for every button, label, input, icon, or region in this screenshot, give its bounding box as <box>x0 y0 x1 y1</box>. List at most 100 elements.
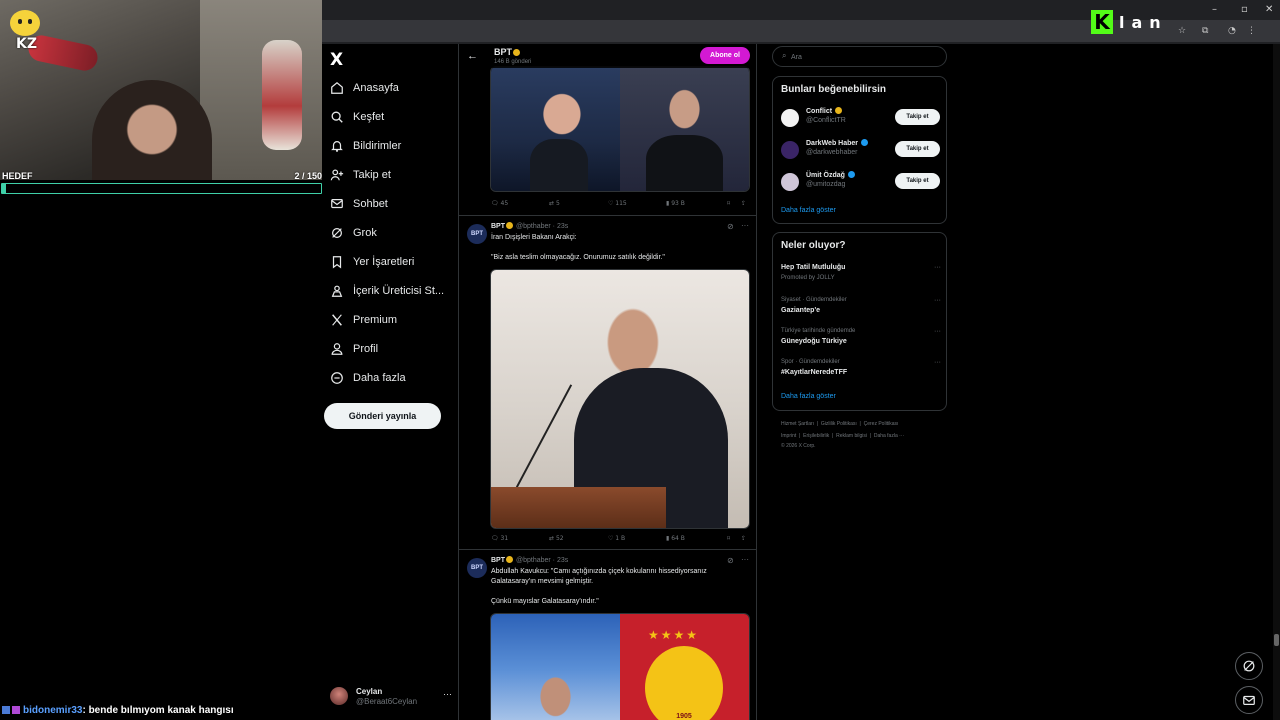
verified-badge-icon <box>506 556 513 563</box>
sidebar-item-bell[interactable]: Bildirimler <box>330 136 401 156</box>
profile-header: ← BPT 146 B gönderi Abone ol <box>459 44 756 68</box>
follow-button[interactable]: Takip et <box>895 109 940 125</box>
more-icon[interactable]: ··· <box>741 555 749 564</box>
close-icon[interactable]: ✕ <box>1265 4 1273 15</box>
webcam-background <box>200 0 322 180</box>
show-more-link[interactable]: Daha fazla göster <box>781 207 836 214</box>
x-logo-icon[interactable]: X <box>330 50 343 70</box>
sidebar-item-more[interactable]: Daha fazla <box>330 368 406 388</box>
follow-suggestion[interactable]: DarkWeb Haber @darkwebhaber Takip et <box>781 139 941 161</box>
sidebar-item-search[interactable]: Keşfet <box>330 107 384 127</box>
grok-icon[interactable]: ⊘ <box>727 556 734 565</box>
views-button[interactable]: ▮ 64 B <box>666 535 685 542</box>
reply-button[interactable]: 🗨 31 <box>491 535 508 542</box>
timeline: ← BPT 146 B gönderi Abone ol 🗨 45 ⇄ 5 ♡ … <box>458 44 757 720</box>
reply-button[interactable]: 🗨 45 <box>491 200 508 207</box>
tweet-media[interactable] <box>490 269 750 529</box>
trend-item[interactable]: Siyaset · Gündemdekiler Gaziantep'e ··· <box>781 297 941 321</box>
views-button[interactable]: ▮ 93 B <box>666 200 685 207</box>
subscribe-button[interactable]: Abone ol <box>700 47 750 64</box>
mail-icon <box>1243 695 1255 705</box>
more-icon[interactable]: ··· <box>934 359 941 366</box>
like-button[interactable]: ♡ 1 B <box>608 535 625 542</box>
tweet[interactable]: BPT BPT @bpthaber · 23s ⊘ ··· İran Dışişl… <box>459 215 756 549</box>
scrollbar-thumb[interactable] <box>1274 634 1279 646</box>
footer-link[interactable]: Çerez Politikası <box>864 421 899 427</box>
footer-link[interactable]: Hizmet Şartları <box>781 421 814 427</box>
sidebar-nav: X Anasayfa Keşfet Bildirimler Takip et Sohbe… <box>322 44 458 720</box>
webcam-video <box>0 0 322 180</box>
more-icon[interactable]: ··· <box>443 689 452 699</box>
sidebar-item-follow[interactable]: Takip et <box>330 165 391 185</box>
footer-link[interactable]: Reklam bilgisi <box>836 433 867 439</box>
follow-button[interactable]: Takip et <box>895 173 940 189</box>
repost-button[interactable]: ⇄ 5 <box>549 200 560 207</box>
suggestion-name: Ümit Özdağ <box>806 171 855 179</box>
trend-item[interactable]: Türkiye tarihinde gündemde Güneydoğu Tür… <box>781 328 941 352</box>
extensions-icon[interactable]: ⧉ <box>1202 26 1212 36</box>
trend-item[interactable]: Spor · Gündemdekiler #KayıtlarNeredeTFF … <box>781 359 941 383</box>
follow-button[interactable]: Takip et <box>895 141 940 157</box>
photo-pezeshkian <box>620 67 749 191</box>
search-box[interactable]: ⌕ <box>772 46 947 67</box>
sidebar-item-profile[interactable]: Profil <box>330 339 378 359</box>
more-icon[interactable]: ··· <box>934 264 941 271</box>
tweet-header: BPT @bpthaber · 23s <box>491 556 569 564</box>
bookmark-icon[interactable]: ⌑ <box>727 535 730 542</box>
footer-link[interactable]: Erişilebilirlik <box>803 433 829 439</box>
avatar[interactable]: BPT <box>467 558 487 578</box>
tweet-actions: 🗨 45 ⇄ 5 ♡ 115 ▮ 93 B ⌑ ⇪ <box>491 200 751 210</box>
streamer <box>92 80 212 180</box>
sidebar-item-bookmark[interactable]: Yer İşaretleri <box>330 252 414 272</box>
share-icon[interactable]: ⇪ <box>741 535 746 542</box>
sidebar-item-chat[interactable]: Sohbet <box>330 194 388 214</box>
sidebar-item-creator[interactable]: İçerik Üreticisi St... <box>330 281 444 301</box>
tweet[interactable]: BPT BPT @bpthaber · 23s ⊘ ··· Abdullah Ka… <box>459 549 756 720</box>
account-switcher[interactable]: Ceylan @Beraat6Ceylan ··· <box>330 687 456 709</box>
share-icon[interactable]: ⇪ <box>741 200 746 207</box>
grok-icon <box>1243 660 1255 672</box>
sidebar-item-label: Daha fazla <box>353 372 406 384</box>
suggestion-handle: @umitozdag <box>806 181 846 188</box>
tweet-media[interactable] <box>490 66 750 192</box>
messages-button[interactable] <box>1235 686 1263 714</box>
back-arrow-icon[interactable]: ← <box>467 50 478 62</box>
scrollbar[interactable] <box>1273 44 1280 720</box>
emoji-face-icon <box>10 10 40 36</box>
more-icon[interactable]: ··· <box>741 221 749 230</box>
search-input[interactable] <box>791 50 941 64</box>
goal-progress-bar <box>1 183 322 194</box>
sidebar-item-label: İçerik Üreticisi St... <box>353 285 445 297</box>
more-icon[interactable]: ··· <box>934 297 941 304</box>
follow-suggestion[interactable]: Conflict @ConflictTR Takip et <box>781 107 941 129</box>
footer-link[interactable]: Daha fazla ··· <box>874 433 904 439</box>
show-more-link[interactable]: Daha fazla göster <box>781 393 836 400</box>
tweet-text: Abdullah Kavukcu: "Camı açtığınızda çiçe… <box>491 568 707 605</box>
sidebar-item-grok[interactable]: Grok <box>330 223 377 243</box>
repost-button[interactable]: ⇄ 52 <box>549 535 564 542</box>
profile-icon[interactable]: ◔ <box>1228 26 1238 36</box>
avatar[interactable]: BPT <box>467 224 487 244</box>
tweet-media[interactable]: ★★★★ 1905 <box>490 613 750 720</box>
like-button[interactable]: ♡ 115 <box>608 200 627 207</box>
creator-icon <box>330 284 344 298</box>
promoted-trend[interactable]: Hep Tatil Mutluluğu Promoted by JOLLY ··… <box>781 264 941 288</box>
follow-suggestion[interactable]: Ümit Özdağ @umitozdag Takip et <box>781 171 941 193</box>
maximize-icon[interactable]: ▫ <box>1241 4 1248 15</box>
sidebar-item-home[interactable]: Anasayfa <box>330 78 399 98</box>
grok-icon[interactable]: ⊘ <box>727 222 734 231</box>
suggestion-name: Conflict <box>806 107 843 115</box>
avatar <box>330 687 348 705</box>
more-icon[interactable]: ··· <box>934 328 941 335</box>
grok-button[interactable] <box>1235 652 1263 680</box>
bookmark-icon[interactable]: ⌑ <box>727 200 730 207</box>
post-button[interactable]: Gönderi yayınla <box>324 403 441 429</box>
minimize-icon[interactable]: – <box>1212 4 1217 15</box>
footer-link[interactable]: Imprint <box>781 433 796 439</box>
footer-link[interactable]: Gizlilik Politikası <box>821 421 857 427</box>
star-icon[interactable]: ☆ <box>1178 26 1188 36</box>
photo-galatasaray: ★★★★ 1905 <box>620 614 749 720</box>
trend-title: Hep Tatil Mutluluğu <box>781 264 846 271</box>
menu-icon[interactable]: ⋮ <box>1247 26 1257 36</box>
sidebar-item-x[interactable]: Premium <box>330 310 397 330</box>
